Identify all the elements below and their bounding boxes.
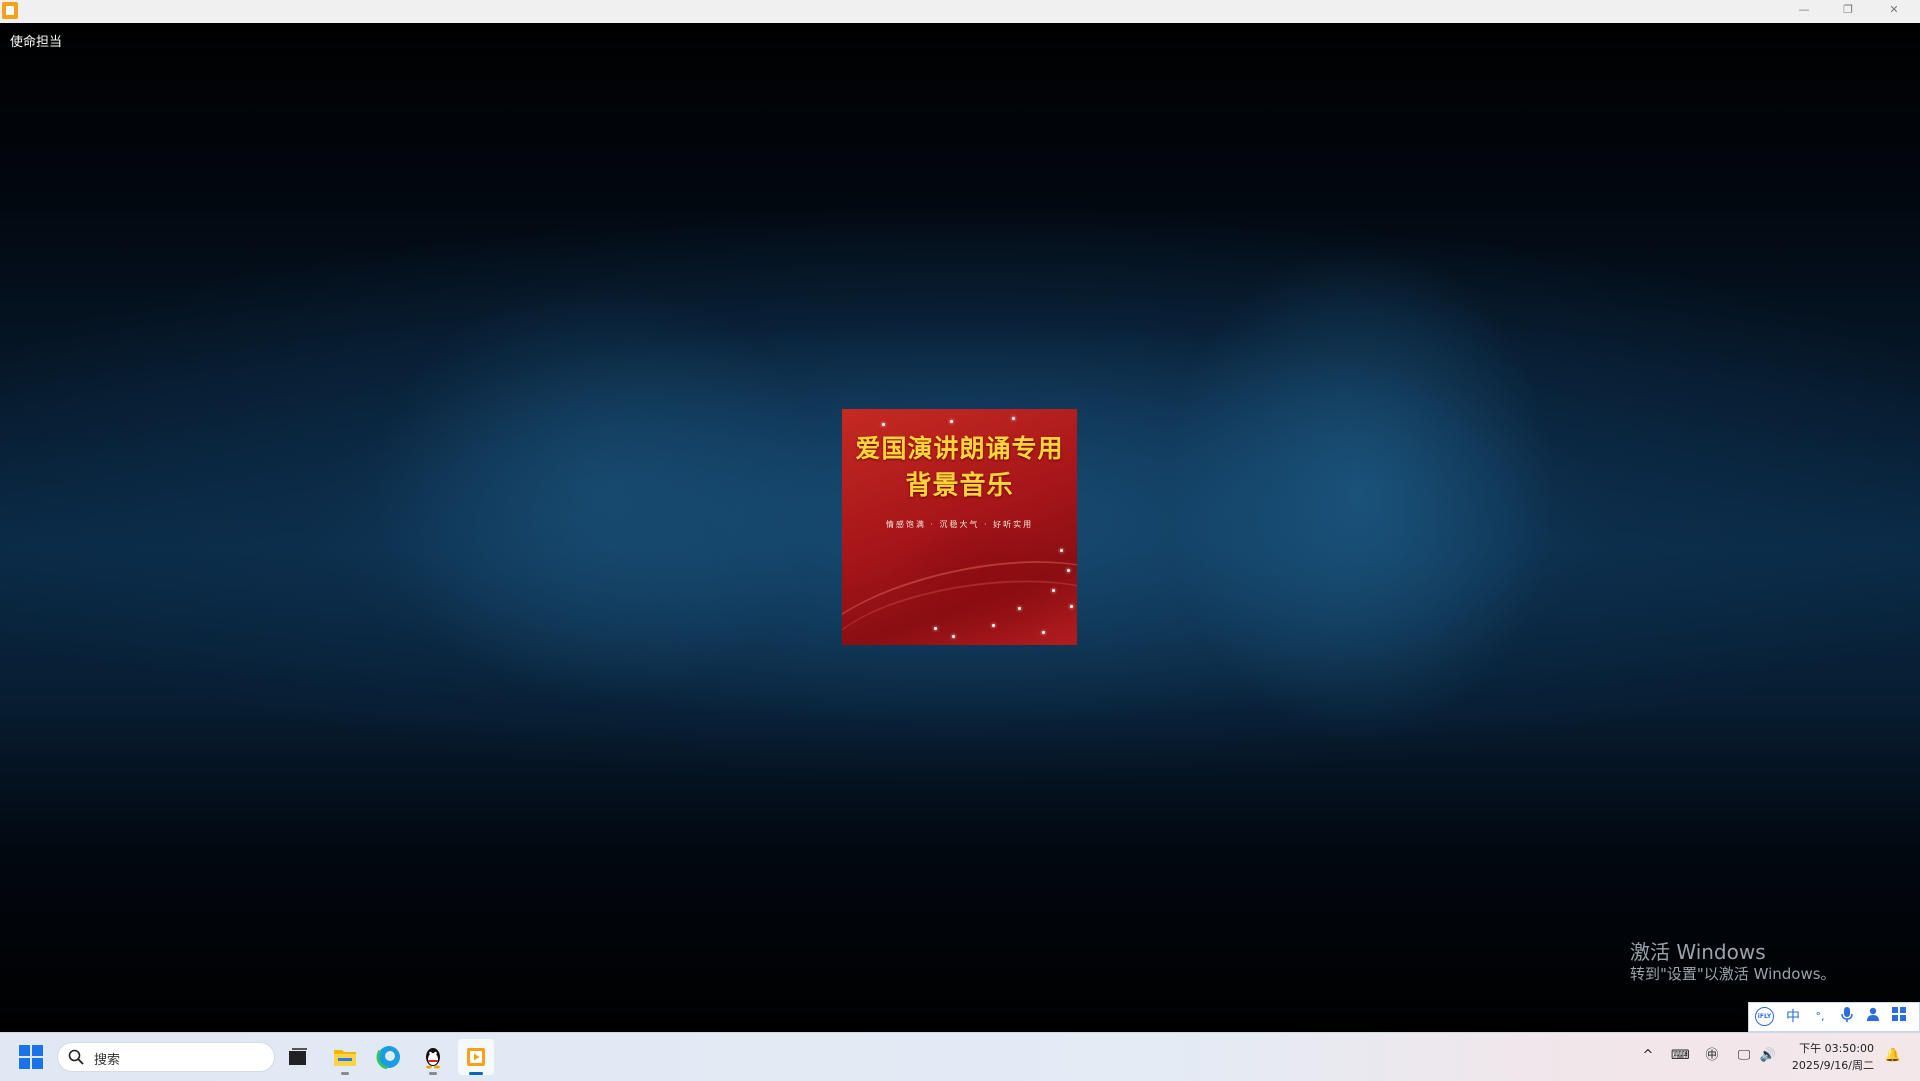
taskbar: 搜索 ^ ⌨ ㊥ 🖵 🔊 🔔 — [0, 1032, 1920, 1081]
file-explorer-button[interactable] — [327, 1039, 363, 1075]
edge-browser-button[interactable] — [371, 1039, 407, 1075]
running-indicator — [429, 1072, 437, 1075]
search-icon — [68, 1049, 84, 1065]
media-player-icon — [467, 1048, 485, 1066]
folder-icon — [334, 1050, 356, 1066]
album-subtitle: 情感饱满 · 沉稳大气 · 好听实用 — [885, 520, 1034, 529]
sparkle-icon — [1070, 605, 1073, 608]
ime-user-icon[interactable] — [1863, 1007, 1883, 1027]
sparkle-icon — [1052, 589, 1055, 592]
title-bar: — ❐ ✕ — [0, 0, 1920, 24]
search-placeholder: 搜索 — [94, 1053, 121, 1068]
sparkle-icon — [1018, 607, 1021, 610]
sparkle-icon — [1012, 417, 1015, 420]
running-indicator — [341, 1072, 349, 1075]
touch-keyboard-icon[interactable]: ⌨ — [1671, 1047, 1690, 1065]
windows-logo-icon — [19, 1058, 30, 1069]
ime-logo-icon[interactable]: iFLY — [1755, 1007, 1774, 1026]
clock-time[interactable]: 下午 03:50:00 — [1790, 1040, 1874, 1056]
taskbar-search-box[interactable]: 搜索 — [57, 1042, 275, 1072]
user-icon — [1867, 1007, 1879, 1021]
volume-icon[interactable]: 🔊 — [1759, 1047, 1777, 1065]
ime-mode-toggle[interactable]: 中 — [1783, 1007, 1803, 1027]
network-icon[interactable]: 🖵 — [1735, 1047, 1753, 1065]
media-player-app-icon — [2, 2, 18, 19]
qq-penguin-icon — [426, 1048, 440, 1069]
album-title-line1: 爱国演讲朗诵专用 — [855, 434, 1064, 463]
activation-watermark-title: 激活 Windows — [1630, 940, 1766, 964]
sparkle-icon — [1067, 569, 1070, 572]
ime-toolbox-icon[interactable] — [1889, 1007, 1909, 1027]
windows-logo-icon — [32, 1045, 43, 1056]
media-player-taskbar-button[interactable] — [458, 1039, 494, 1075]
grid-icon — [1892, 1007, 1906, 1021]
edge-icon — [376, 1044, 402, 1070]
sparkle-icon — [934, 627, 937, 630]
input-language-icon[interactable]: ㊥ — [1703, 1047, 1721, 1065]
sparkle-icon — [1042, 631, 1045, 634]
active-indicator — [469, 1072, 483, 1075]
windows-logo-icon — [19, 1045, 30, 1056]
album-title-line2: 背景音乐 — [905, 471, 1014, 501]
sparkle-icon — [882, 423, 885, 426]
start-button[interactable] — [19, 1045, 43, 1069]
sparkle-icon — [992, 624, 995, 627]
close-button[interactable]: ✕ — [1872, 0, 1916, 22]
sparkle-icon — [952, 635, 955, 638]
task-view-icon — [289, 1048, 307, 1065]
clock-date[interactable]: 2025/9/16/周二 — [1790, 1057, 1874, 1073]
sparkle-icon — [950, 420, 953, 423]
ime-punctuation-toggle[interactable]: °, — [1810, 1007, 1830, 1027]
ime-microphone-icon[interactable] — [1837, 1007, 1857, 1027]
activation-watermark-subtitle: 转到"设置"以激活 Windows。 — [1630, 965, 1836, 983]
restore-button[interactable]: ❐ — [1826, 0, 1870, 22]
minimize-button[interactable]: — — [1782, 0, 1826, 22]
album-art: 爱国演讲朗诵专用 背景音乐 情感饱满 · 沉稳大气 · 好听实用 — [842, 409, 1077, 645]
windows-logo-icon — [32, 1058, 43, 1069]
sparkle-icon — [1060, 549, 1063, 552]
media-title: 使命担当 — [10, 35, 63, 50]
notification-bell-icon[interactable]: 🔔 — [1884, 1047, 1902, 1065]
ime-toolbar: iFLY 中 °, — [1748, 1002, 1920, 1032]
task-view-button[interactable] — [280, 1039, 316, 1075]
qq-button[interactable] — [415, 1039, 451, 1075]
show-hidden-icons-chevron-icon[interactable]: ^ — [1639, 1047, 1657, 1065]
microphone-icon — [1841, 1007, 1853, 1022]
